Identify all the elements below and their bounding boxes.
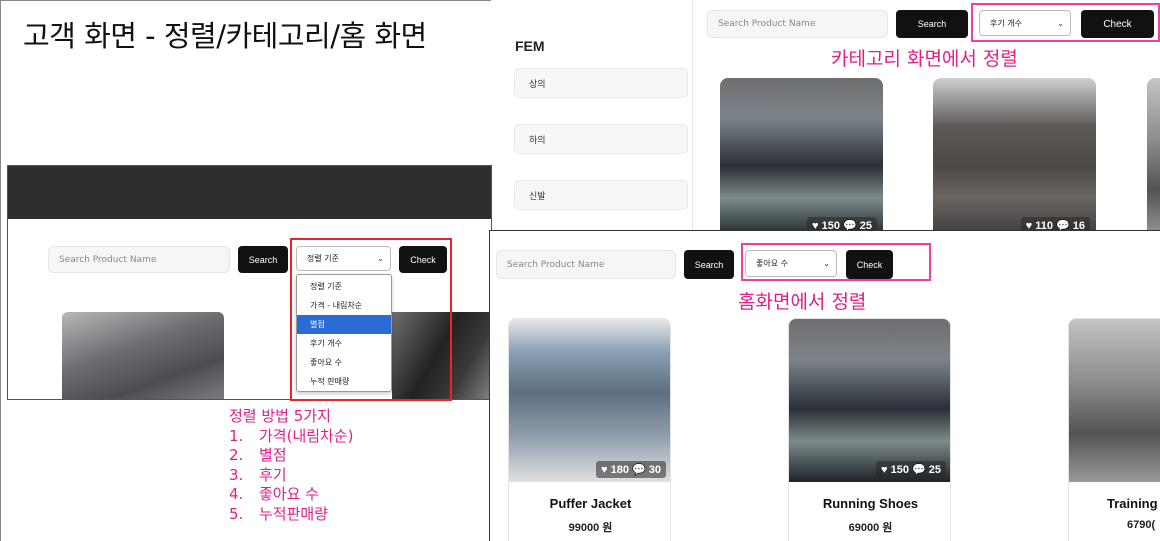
annotation-highlight-box [971,3,1160,42]
product-price: 99000 원 [568,522,613,534]
product-image: ♥ 180 💬 30 [509,319,670,482]
search-button[interactable]: Search [238,246,288,273]
home-screen: Search Product Name Search 좋아요 수 ⌄ Check… [489,230,1160,541]
search-input[interactable]: Search Product Name [48,246,230,273]
search-button[interactable]: Search [896,10,968,38]
product-image [1069,319,1160,482]
product-card[interactable]: ♥ 150 💬 25 Running Shoes 69000 원 [788,318,951,541]
product-price: 6790( [1127,519,1156,531]
category-sidebar: FEM 상의 하의 신발 [491,0,693,232]
sort-method-item: 2. 별점 [229,446,287,464]
product-name: Puffer Jacket [549,496,632,511]
slide-title: 고객 화면 - 정렬/카테고리/홈 화면 [23,19,427,53]
sidebar-item-top[interactable]: 상의 [514,68,688,98]
product-card[interactable]: Training 6790( [1068,318,1160,541]
annotation-highlight-box [290,238,452,401]
product-stats: ♥ 180 💬 30 [595,461,666,478]
sort-methods-heading: 정렬 방법 5가지 [229,407,331,425]
product-stats: ♥ 150 💬 25 [875,461,946,478]
sidebar-item-bottom[interactable]: 하의 [514,124,688,154]
product-image[interactable] [62,312,224,399]
category-title: FEM [515,38,545,54]
site-header-bar [8,166,491,219]
sort-method-item: 4. 좋아요 수 [229,485,319,503]
product-image: ♥ 150 💬 25 [789,319,950,482]
search-input[interactable]: Search Product Name [707,10,888,38]
product-name: Training [1107,496,1158,511]
product-card[interactable]: ♥ 150 💬 25 [720,78,883,232]
product-name: Running Shoes [822,496,919,511]
category-screen: FEM 상의 하의 신발 Search Product Name Search … [491,0,1160,232]
sidebar-item-shoes[interactable]: 신발 [514,180,688,210]
product-card[interactable]: ♥ 110 💬 16 [933,78,1096,232]
search-input[interactable]: Search Product Name [496,250,676,279]
category-sort-annotation: 카테고리 화면에서 정렬 [831,48,1018,70]
search-button[interactable]: Search [684,250,734,279]
sort-method-item: 5. 누적판매량 [229,504,329,523]
sort-methods-list: 정렬 방법 5가지 1. 가격(내림차순) 2. 별점 3. 후기 4. 좋아요 수 5… [229,407,354,524]
product-card[interactable]: ♥ 180 💬 30 Puffer Jacket 99000 원 [508,318,671,541]
home-sort-annotation: 홈화면에서 정렬 [738,291,867,313]
sort-method-item: 3. 후기 [229,465,287,484]
sort-method-item: 1. 가격(내림차순) [229,426,354,445]
product-price: 69000 원 [848,522,893,534]
left-panel: 고객 화면 - 정렬/카테고리/홈 화면 Search Product Name… [0,0,492,541]
annotation-highlight-box [741,243,931,281]
product-card[interactable] [1147,78,1160,232]
